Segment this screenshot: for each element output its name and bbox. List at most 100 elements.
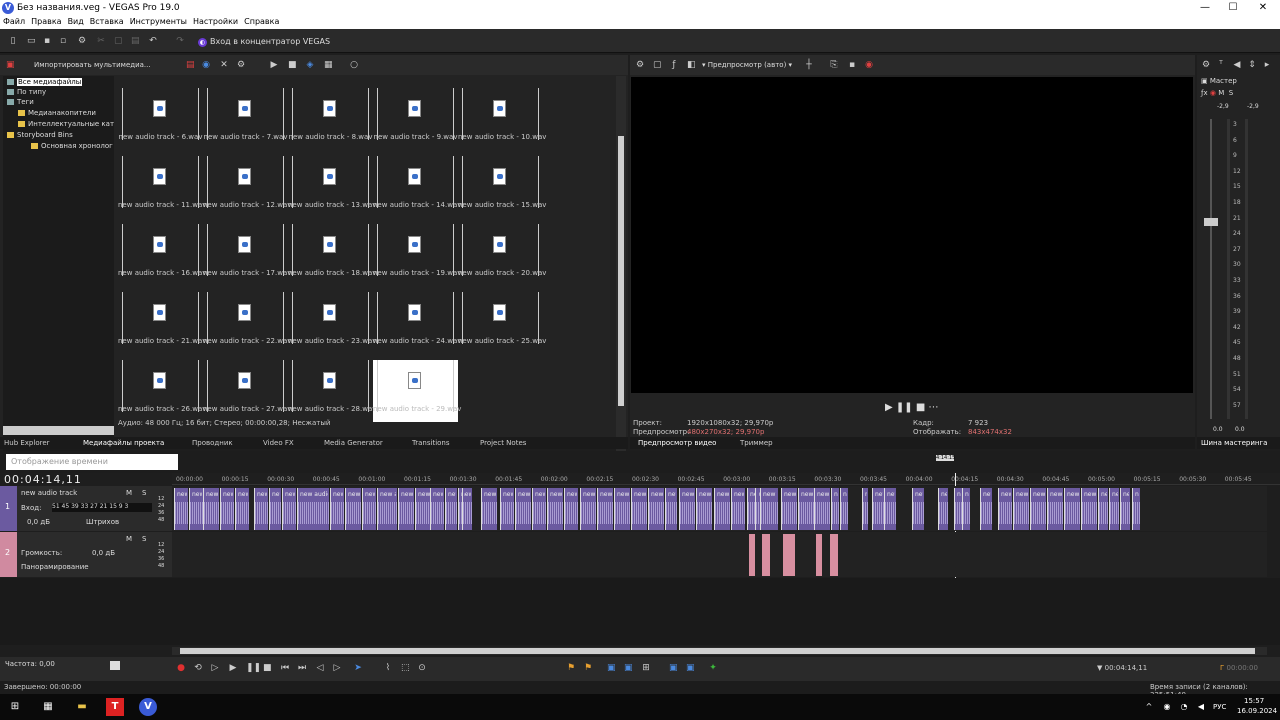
track-1-solo[interactable]: S — [142, 489, 146, 497]
mixer-icon[interactable]: ⇕ — [1248, 61, 1256, 70]
media-thumbnail[interactable]: new audio track - 23.wav — [288, 292, 376, 354]
play-icon[interactable]: ▶ — [229, 664, 237, 673]
audio-clip[interactable]: new audio track — [580, 488, 596, 530]
menu-view[interactable]: Вид — [65, 16, 87, 27]
audio-clip[interactable] — [816, 534, 822, 576]
go-to-start-icon[interactable]: ⏮ — [281, 664, 289, 673]
stop-icon[interactable]: ■ — [916, 402, 925, 413]
menu-edit[interactable]: Правка — [28, 16, 64, 27]
tab-video-fx[interactable]: Video FX — [263, 439, 294, 447]
settings-gear-icon[interactable]: ⚙ — [78, 37, 86, 46]
downmix-icon[interactable]: ᵀ — [1217, 61, 1225, 70]
audio-clip[interactable]: new audio track — [760, 488, 778, 530]
media-thumbnail[interactable]: new audio track - 12.wav — [203, 156, 291, 218]
menu-options[interactable]: Настройки — [190, 16, 241, 27]
audio-clip[interactable]: new audio track — [269, 488, 281, 530]
wifi-icon[interactable]: ◔ — [1175, 698, 1193, 716]
audio-clip[interactable]: new audio track — [614, 488, 630, 530]
media-thumbnail[interactable]: new audio track - 7.wav — [203, 88, 288, 150]
audio-clip[interactable] — [830, 534, 838, 576]
menu-insert[interactable]: Вставка — [87, 16, 127, 27]
audio-clip[interactable]: new audio track — [998, 488, 1012, 530]
media-thumbnail[interactable]: new audio track - 15.wav — [458, 156, 546, 218]
snapping-icon[interactable]: ▣ — [607, 664, 616, 673]
close-button[interactable]: ✕ — [1248, 0, 1278, 16]
track-2-number-strip[interactable]: 2 — [0, 532, 17, 577]
media-thumbnail[interactable]: new audio track - 10.wav — [458, 88, 546, 150]
audio-clip[interactable]: new audio track — [282, 488, 296, 530]
audio-clip[interactable]: new audio track — [189, 488, 203, 530]
split-screen-icon[interactable]: ◧ — [687, 61, 696, 70]
audio-clip[interactable]: new audio track — [954, 488, 962, 530]
master-mute[interactable]: M — [1218, 89, 1224, 97]
track-2-lane[interactable] — [172, 532, 1267, 577]
audio-clip[interactable]: new audio track — [254, 488, 268, 530]
audio-clip[interactable]: new audio track — [515, 488, 531, 530]
prev-frame-icon[interactable]: ◁ — [316, 664, 324, 673]
tab-transitions[interactable]: Transitions — [412, 439, 450, 447]
audio-clip[interactable]: new audio track — [500, 488, 514, 530]
media-thumbnail[interactable]: new audio track - 8.wav — [288, 88, 373, 150]
windows-start-icon[interactable]: ⊞ — [6, 698, 24, 716]
track-1-mute[interactable]: M — [126, 489, 132, 497]
audio-clip[interactable]: new audio track — [462, 488, 464, 530]
audio-clip[interactable]: new audio track — [1120, 488, 1130, 530]
audio-clip[interactable]: new audio track — [564, 488, 578, 530]
audio-clip[interactable]: new audio track — [962, 488, 970, 530]
record-icon[interactable]: ● — [177, 664, 185, 673]
rate-slider-handle[interactable] — [110, 661, 120, 670]
audio-clip[interactable]: new audio track — [445, 488, 457, 530]
media-thumbnail[interactable]: new audio track - 11.wav — [118, 156, 206, 218]
audio-clip[interactable]: new audio track — [884, 488, 896, 530]
region-icon[interactable]: ⚑ — [584, 664, 592, 673]
audio-clip[interactable]: new audio track — [696, 488, 712, 530]
track-2-pan[interactable]: Панорамирование — [21, 563, 89, 571]
media-thumbnail[interactable]: new audio track - 17.wav — [203, 224, 291, 286]
audio-clip[interactable]: new audio track — [330, 488, 344, 530]
media-thumbnail[interactable]: new audio track - 19.wav — [373, 224, 461, 286]
media-thumbnail[interactable]: new audio track - 9.wav — [373, 88, 458, 150]
media-thumbnail[interactable]: new audio track - 25.wav — [458, 292, 546, 354]
audio-clip[interactable]: new audio track — [481, 488, 497, 530]
audio-clip[interactable]: new audio track — [203, 488, 219, 530]
track-1-number-strip[interactable]: 1 — [0, 486, 17, 531]
track-2-volume[interactable]: 0,0 дБ — [92, 549, 115, 557]
audio-clip[interactable]: new audio track — [912, 488, 924, 530]
audio-clip[interactable]: new audio track — [631, 488, 647, 530]
media-thumbnail[interactable]: new audio track - 27.wav — [203, 360, 291, 422]
audio-clip[interactable]: new audio track — [235, 488, 249, 530]
zoom-tool-icon[interactable]: ⊙ — [418, 664, 426, 673]
menu-file[interactable]: Файл — [0, 16, 28, 27]
tab-hub-explorer[interactable]: Hub Explorer — [4, 439, 50, 447]
remove-icon[interactable]: ✕ — [220, 61, 228, 70]
media-thumbnail[interactable]: new audio track - 29.wav — [373, 360, 461, 422]
menu-tools[interactable]: Инструменты — [127, 16, 190, 27]
marker-icon[interactable]: ⚑ — [567, 664, 575, 673]
network-icon[interactable]: ◉ — [1158, 698, 1176, 716]
master-fader-handle[interactable] — [1204, 218, 1218, 226]
clock-time[interactable]: 15:57 — [1244, 697, 1264, 705]
audio-clip[interactable]: new audio track — [377, 488, 397, 530]
stop-icon[interactable]: ■ — [263, 664, 272, 673]
tree-item-smart-bins[interactable]: Интеллектуальные кат — [18, 120, 114, 130]
views-icon[interactable]: ▦ — [324, 61, 333, 70]
audio-clip[interactable]: new audio track — [1098, 488, 1108, 530]
media-thumbnail[interactable]: new audio track - 13.wav — [288, 156, 376, 218]
audio-clip[interactable]: new audio track — [755, 488, 759, 530]
video-fx-icon[interactable]: ƒ — [670, 61, 678, 70]
audio-clip[interactable]: new audio track — [831, 488, 839, 530]
audio-clip[interactable]: new audio track — [1081, 488, 1097, 530]
minimize-button[interactable]: — — [1190, 0, 1220, 16]
audio-clip[interactable]: new audio track — [781, 488, 797, 530]
timeline-empty-area[interactable] — [0, 578, 1280, 645]
speaker-icon[interactable]: ◀ — [1233, 61, 1241, 70]
media-thumbnail[interactable]: new audio track - 14.wav — [373, 156, 461, 218]
tree-item-by-type[interactable]: По типу — [7, 88, 46, 98]
tab-trimmer[interactable]: Триммер — [740, 439, 773, 447]
media-thumbnail[interactable]: new audio track - 20.wav — [458, 224, 546, 286]
audio-clip[interactable]: new audio track — [798, 488, 814, 530]
audio-clip[interactable]: new audio track — [220, 488, 234, 530]
audio-clip[interactable]: new audio track — [814, 488, 830, 530]
audio-clip[interactable]: new audio track — [731, 488, 745, 530]
tab-video-preview[interactable]: Предпросмотр видео — [638, 439, 716, 447]
